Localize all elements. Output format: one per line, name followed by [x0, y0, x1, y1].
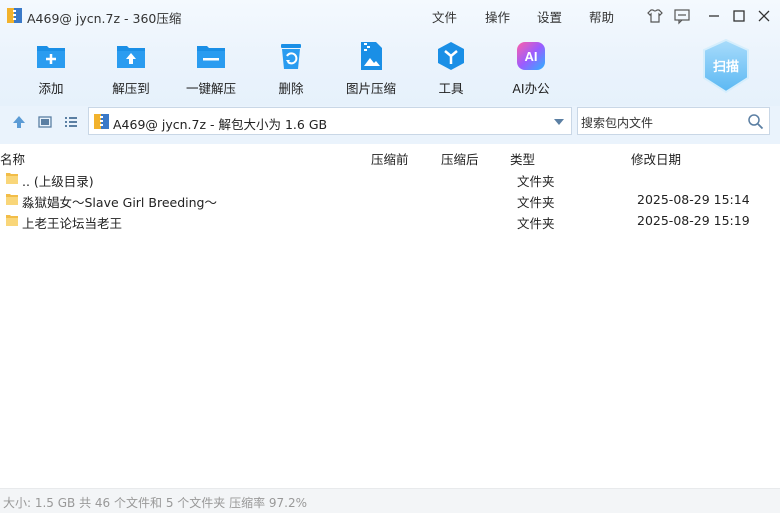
search-input[interactable]: 搜索包内文件: [577, 107, 770, 135]
file-name: 淼獄娼女～Slave Girl Breeding～: [22, 195, 217, 210]
minimize-icon: [709, 15, 719, 17]
tools-icon: [438, 42, 464, 70]
maximize-icon: [733, 10, 745, 22]
folder-icon: [6, 173, 18, 184]
address-bar[interactable]: A469@ jycn.7z - 解包大小为 1.6 GB: [88, 107, 572, 135]
scan-label: 扫描: [712, 60, 739, 75]
delete-button[interactable]: 删除: [251, 40, 331, 98]
address-row: A469@ jycn.7z - 解包大小为 1.6 GB 搜索包内文件: [0, 106, 780, 144]
tools-button[interactable]: 工具: [411, 40, 491, 98]
list-item[interactable]: .. (上级目录) 文件夹: [0, 168, 780, 189]
svg-text:AI: AI: [525, 49, 538, 64]
skin-button[interactable]: [645, 6, 665, 26]
column-header-name[interactable]: 名称: [0, 149, 25, 168]
delete-icon: [281, 44, 301, 69]
status-bar: 大小: 1.5 GB 共 46 个文件和 5 个文件夹 压缩率 97.2%: [0, 488, 780, 513]
add-button[interactable]: 添加: [11, 40, 91, 98]
chevron-down-icon[interactable]: [553, 117, 565, 127]
file-list: 名称 压缩前 压缩后 类型 修改日期 .. (上级目录) 文件夹 淼獄娼女～Sl…: [0, 144, 780, 488]
column-header-after[interactable]: 压缩后: [441, 149, 479, 168]
shirt-icon: [647, 9, 663, 23]
folder-icon: [6, 215, 18, 226]
one-click-extract-button[interactable]: 一键解压: [171, 40, 251, 98]
thumbnail-view-icon[interactable]: [37, 114, 53, 130]
status-text: 大小: 1.5 GB 共 46 个文件和 5 个文件夹 压缩率 97.2%: [3, 496, 308, 510]
list-item[interactable]: 淼獄娼女～Slave Girl Breeding～ 文件夹 2025-08-29…: [0, 189, 780, 210]
ai-office-label: AI办公: [512, 81, 550, 96]
top-panel: A469@ jycn.7z - 360压缩 文件 操作 设置 帮助 添加 解压到…: [0, 0, 780, 106]
file-name: 上老王论坛当老王: [22, 216, 123, 231]
folder-icon: [6, 194, 18, 205]
close-button[interactable]: [754, 6, 774, 26]
image-compress-label: 图片压缩: [345, 81, 396, 96]
file-modified: 2025-08-29 15:14: [637, 192, 750, 207]
one-click-extract-icon: [197, 46, 225, 68]
menu-settings[interactable]: 设置: [537, 7, 562, 26]
extract-to-label: 解压到: [112, 81, 150, 96]
feedback-button[interactable]: [672, 6, 692, 26]
extract-to-button[interactable]: 解压到: [91, 40, 171, 98]
extract-to-icon: [117, 46, 145, 68]
add-icon: [37, 46, 65, 68]
file-modified: 2025-08-29 15:19: [637, 213, 750, 228]
up-arrow-icon[interactable]: [11, 114, 27, 130]
title-bar: A469@ jycn.7z - 360压缩 文件 操作 设置 帮助: [0, 0, 780, 32]
search-icon[interactable]: [747, 113, 764, 130]
ai-office-button[interactable]: AI AI办公: [491, 40, 571, 98]
column-header-before[interactable]: 压缩前: [371, 149, 409, 168]
ai-office-icon: AI: [517, 42, 545, 70]
menu-operation[interactable]: 操作: [485, 7, 510, 26]
maximize-button[interactable]: [729, 6, 749, 26]
one-click-extract-label: 一键解压: [185, 81, 236, 96]
file-type: 文件夹: [517, 174, 555, 189]
menu-file[interactable]: 文件: [432, 7, 457, 26]
file-type: 文件夹: [517, 216, 555, 231]
list-item[interactable]: 上老王论坛当老王 文件夹 2025-08-29 15:19: [0, 210, 780, 231]
feedback-icon: [674, 9, 690, 25]
address-path: A469@ jycn.7z - 解包大小为 1.6 GB: [113, 117, 328, 132]
archive-file-icon: [94, 114, 109, 129]
menu-help[interactable]: 帮助: [589, 7, 614, 26]
file-name: .. (上级目录): [22, 174, 94, 189]
close-icon: [758, 10, 770, 22]
delete-label: 删除: [278, 81, 304, 96]
scan-button[interactable]: 扫描: [700, 38, 752, 94]
archive-app-icon: [7, 8, 22, 23]
image-compress-button[interactable]: 图片压缩: [331, 40, 411, 98]
column-header-type[interactable]: 类型: [510, 149, 535, 168]
file-type: 文件夹: [517, 195, 555, 210]
minimize-button[interactable]: [704, 6, 724, 26]
tools-label: 工具: [438, 81, 464, 96]
list-view-icon[interactable]: [63, 114, 79, 130]
column-header-modified[interactable]: 修改日期: [631, 149, 681, 168]
add-label: 添加: [38, 81, 64, 96]
search-placeholder: 搜索包内文件: [581, 116, 654, 130]
window-title: A469@ jycn.7z - 360压缩: [27, 11, 182, 26]
image-compress-icon: [361, 42, 382, 70]
